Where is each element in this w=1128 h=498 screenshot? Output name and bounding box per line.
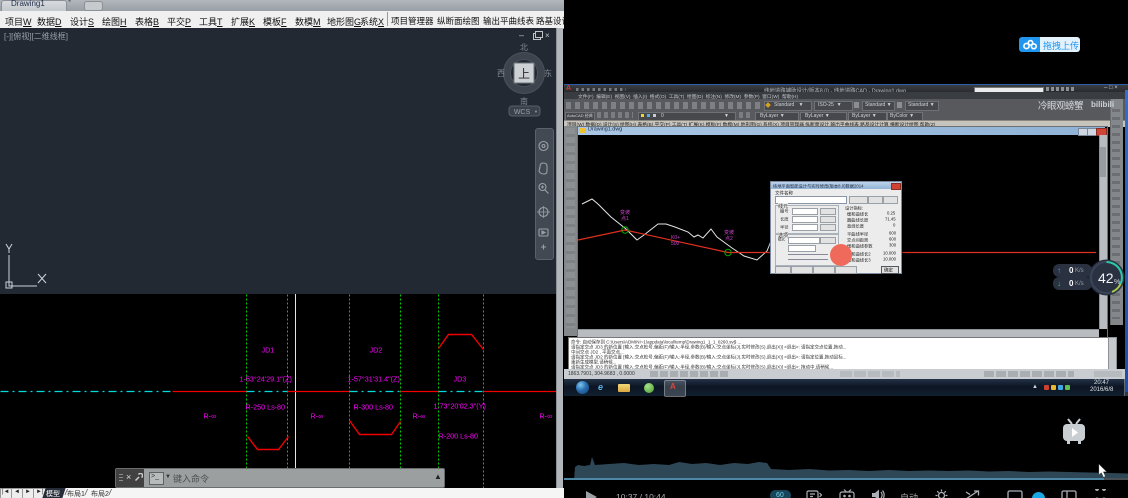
svg-text:JD2: JD2 bbox=[370, 346, 383, 355]
svg-text:R-250 Ls-80: R-250 Ls-80 bbox=[246, 403, 286, 412]
svg-text:42: 42 bbox=[1098, 270, 1114, 286]
svg-text:北: 北 bbox=[520, 43, 528, 52]
svg-text:变坡: 变坡 bbox=[724, 229, 734, 236]
svg-text:WCS: WCS bbox=[514, 109, 531, 116]
svg-text:%: % bbox=[1114, 279, 1120, 286]
svg-text:上: 上 bbox=[518, 67, 530, 81]
svg-text:JD3: JD3 bbox=[454, 375, 467, 384]
svg-text:1-57°31'31.4"(Z): 1-57°31'31.4"(Z) bbox=[348, 375, 400, 384]
svg-text:变坡: 变坡 bbox=[620, 209, 630, 216]
svg-text:R-300 Ls-80: R-300 Ls-80 bbox=[354, 403, 394, 412]
svg-text:1:73°20'02.3"(Y): 1:73°20'02.3"(Y) bbox=[434, 402, 486, 411]
svg-text:R-∞: R-∞ bbox=[413, 412, 426, 421]
svg-text:R-∞: R-∞ bbox=[204, 412, 217, 421]
svg-text:JD1: JD1 bbox=[262, 346, 275, 355]
svg-text:R-∞: R-∞ bbox=[311, 412, 324, 421]
svg-text:南: 南 bbox=[520, 96, 528, 106]
svg-text:点2: 点2 bbox=[725, 236, 733, 242]
svg-text:R-200 Ls-80: R-200 Ls-80 bbox=[439, 432, 479, 441]
svg-text:R-∞: R-∞ bbox=[540, 412, 553, 421]
svg-text:点1: 点1 bbox=[621, 216, 629, 222]
svg-text:1-53°24'29.1"(Z): 1-53°24'29.1"(Z) bbox=[240, 375, 292, 384]
svg-text:▼: ▼ bbox=[534, 109, 538, 114]
svg-text:西: 西 bbox=[497, 69, 505, 78]
svg-text:东: 东 bbox=[544, 68, 552, 78]
svg-text:500: 500 bbox=[671, 241, 680, 247]
